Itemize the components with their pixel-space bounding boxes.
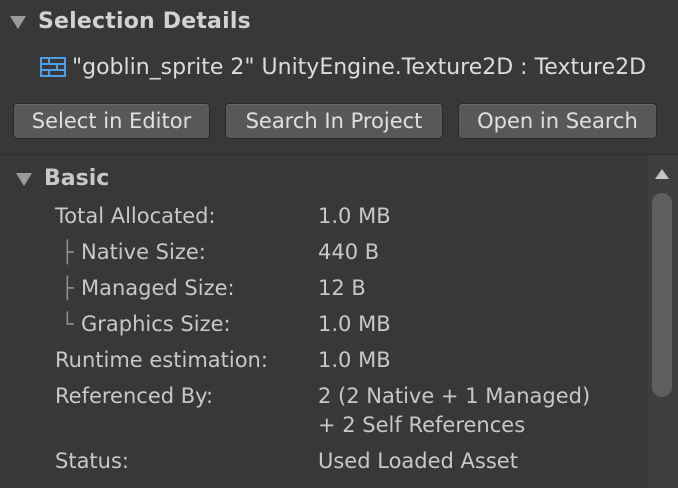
- selected-object-name: "goblin_sprite 2" UnityEngine.Texture2D …: [72, 54, 647, 80]
- scroll-up-arrow-icon[interactable]: [655, 169, 669, 179]
- property-label-group: └ Graphics Size:: [55, 309, 231, 339]
- details-scroll-area: Basic Total Allocated: 1.0 MB ├ Native S…: [0, 155, 678, 488]
- property-value: 1.0 MB: [318, 348, 391, 372]
- property-value-line2: + 2 Self References: [318, 413, 526, 437]
- basic-foldout-header[interactable]: Basic: [16, 163, 109, 193]
- tree-branch-icon: ├: [61, 240, 74, 264]
- search-in-project-button[interactable]: Search In Project: [225, 103, 443, 139]
- property-label: Status:: [55, 449, 129, 473]
- property-label: Graphics Size:: [81, 312, 231, 336]
- property-value: 12 B: [318, 276, 366, 300]
- selection-details-header[interactable]: Selection Details: [10, 6, 251, 36]
- foldout-expanded-icon[interactable]: [16, 172, 32, 186]
- property-label: Managed Size:: [81, 276, 235, 300]
- property-row-managed-size: ├ Managed Size: 12 B: [0, 273, 640, 303]
- property-label: Total Allocated:: [55, 204, 216, 228]
- selection-details-panel: Selection Details "goblin_sprite 2" Unit…: [0, 0, 678, 488]
- select-in-editor-button[interactable]: Select in Editor: [13, 103, 210, 139]
- property-row-status: Status: Used Loaded Asset: [0, 446, 640, 476]
- property-label-group: ├ Managed Size:: [55, 273, 235, 303]
- property-label-group: ├ Native Size:: [55, 237, 206, 267]
- foldout-expanded-icon[interactable]: [10, 15, 26, 29]
- selected-object-row: "goblin_sprite 2" UnityEngine.Texture2D …: [40, 52, 672, 82]
- action-buttons: Select in Editor Search In Project Open …: [13, 103, 657, 139]
- property-row-referenced-by: Referenced By: 2 (2 Native + 1 Managed) …: [0, 381, 640, 441]
- property-label: Referenced By:: [55, 384, 214, 408]
- property-value: 440 B: [318, 240, 380, 264]
- property-value-link[interactable]: 2 (2 Native + 1 Managed): [318, 381, 590, 411]
- basic-section-title: Basic: [44, 165, 110, 191]
- texture-icon: [40, 57, 66, 77]
- property-row-total-allocated: Total Allocated: 1.0 MB: [0, 201, 640, 231]
- tree-branch-icon: ├: [61, 276, 74, 300]
- property-value: 1.0 MB: [318, 204, 391, 228]
- property-value: 1.0 MB: [318, 312, 391, 336]
- section-title: Selection Details: [38, 8, 251, 34]
- vertical-scrollbar[interactable]: [648, 155, 678, 488]
- property-value: Used Loaded Asset: [318, 449, 518, 473]
- property-row-runtime-estimation: Runtime estimation: 1.0 MB: [0, 345, 640, 375]
- property-label: Native Size:: [81, 240, 206, 264]
- property-label: Runtime estimation:: [55, 348, 268, 372]
- property-row-native-size: ├ Native Size: 440 B: [0, 237, 640, 267]
- scrollbar-thumb[interactable]: [652, 193, 672, 397]
- open-in-search-button[interactable]: Open in Search: [458, 103, 657, 139]
- property-row-graphics-size: └ Graphics Size: 1.0 MB: [0, 309, 640, 339]
- tree-end-icon: └: [61, 312, 74, 336]
